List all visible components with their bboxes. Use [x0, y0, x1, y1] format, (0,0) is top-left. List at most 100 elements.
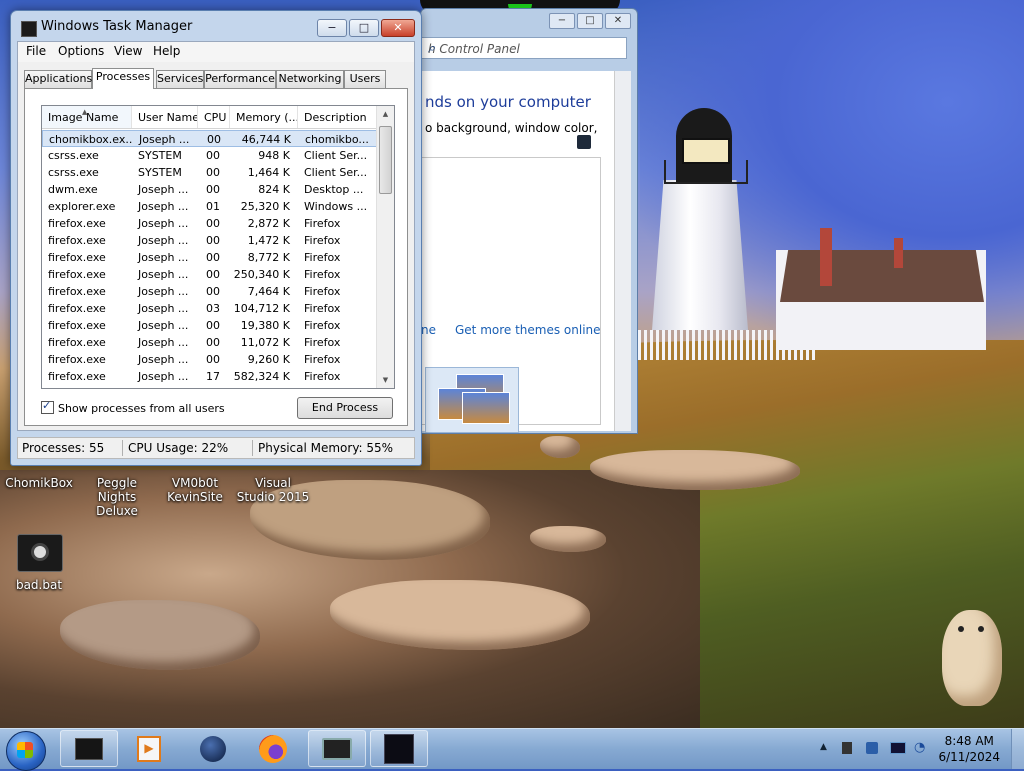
tab-performance[interactable]: Performance: [204, 70, 276, 88]
end-process-button[interactable]: End Process: [297, 397, 393, 419]
help-icon[interactable]: [577, 135, 591, 149]
table-row[interactable]: dwm.exe Joseph ... 00 824 K Desktop ...: [42, 181, 377, 198]
show-all-processes-checkbox[interactable]: Show processes from all users: [41, 399, 225, 415]
column-cpu[interactable]: CPU: [198, 106, 230, 128]
cell-image-name: firefox.exe: [48, 302, 106, 315]
taskbar-media-player[interactable]: ▶: [120, 730, 178, 767]
desktop-icon-label: Peggle Nights Deluxe: [96, 476, 138, 518]
show-hidden-icon[interactable]: ▲: [820, 742, 827, 752]
table-row[interactable]: firefox.exe Joseph ... 00 9,260 K Firefox: [42, 351, 377, 368]
taskbar-firefox[interactable]: [244, 730, 302, 767]
column-memory[interactable]: Memory (...: [230, 106, 298, 128]
table-row[interactable]: firefox.exe Joseph ... 00 19,380 K Firefox: [42, 317, 377, 334]
table-row[interactable]: firefox.exe Joseph ... 00 250,340 K Firefox: [42, 266, 377, 283]
cell-image-name: chomikbox.ex...: [49, 133, 133, 146]
desktop-icon-visual-studio[interactable]: Visual Studio 2015: [236, 476, 310, 504]
taskbar-globe[interactable]: [184, 730, 242, 767]
status-physical-memory: Physical Memory: 55%: [258, 441, 394, 455]
cell-cpu: 00: [206, 319, 220, 332]
table-row[interactable]: firefox.exe Joseph ... 00 7,464 K Firefox: [42, 283, 377, 300]
control-panel-window[interactable]: − □ ✕ h Control Panel ⌕ nds on your comput…: [419, 8, 638, 434]
network-device-icon[interactable]: [842, 742, 852, 754]
clock[interactable]: 8:48 AM 6/11/2024: [938, 733, 1000, 765]
taskbar-display-app[interactable]: [308, 730, 366, 767]
close-button[interactable]: ✕: [605, 13, 631, 29]
cell-user-name: Joseph ...: [138, 268, 189, 281]
table-row[interactable]: firefox.exe Joseph ... 03 104,712 K Firefox: [42, 300, 377, 317]
desktop-icon-label: VM0b0t KevinSite: [167, 476, 223, 504]
checkbox-checked-icon[interactable]: [41, 399, 54, 414]
display-tray-icon[interactable]: [890, 742, 906, 754]
get-more-themes-link[interactable]: Get more themes online: [455, 323, 601, 337]
cell-cpu: 00: [206, 268, 220, 281]
table-row[interactable]: firefox.exe Joseph ... 00 8,772 K Firefox: [42, 249, 377, 266]
cell-memory: 7,464 K: [247, 285, 290, 298]
table-row[interactable]: csrss.exe SYSTEM 00 1,464 K Client Ser...: [42, 164, 377, 181]
cell-user-name: Joseph ...: [138, 183, 189, 196]
process-list-scrollbar[interactable]: ▲ ▼: [376, 106, 394, 388]
maximize-button[interactable]: □: [349, 19, 379, 37]
start-button[interactable]: [6, 731, 46, 771]
control-panel-search-input[interactable]: h Control Panel ⌕: [421, 37, 627, 59]
tab-processes[interactable]: Processes: [92, 68, 154, 89]
column-image-name[interactable]: ▲ Image Name: [42, 106, 132, 128]
process-list[interactable]: ▲ Image Name User Name CPU Memory (... D…: [41, 105, 395, 389]
show-all-processes-label: Show processes from all users: [58, 402, 225, 415]
task-manager-window[interactable]: Windows Task Manager − □ ✕ File Options …: [10, 10, 422, 466]
desktop-icon-chomikbox[interactable]: ChomikBox: [2, 476, 76, 490]
scroll-down-icon[interactable]: ▼: [377, 372, 394, 388]
cell-description: Firefox: [304, 217, 341, 230]
theme-link[interactable]: ne: [421, 323, 436, 337]
cell-image-name: csrss.exe: [48, 149, 99, 162]
maximize-button[interactable]: □: [577, 13, 603, 29]
process-list-header: ▲ Image Name User Name CPU Memory (... D…: [42, 106, 377, 129]
show-desktop-button[interactable]: [1011, 729, 1024, 769]
minimize-button[interactable]: −: [317, 19, 347, 37]
column-user-name[interactable]: User Name: [132, 106, 198, 128]
theme-thumbnail[interactable]: [425, 367, 519, 433]
desktop-icon-vm0b0t[interactable]: VM0b0t KevinSite: [162, 476, 228, 504]
cell-description: Firefox: [304, 319, 341, 332]
control-panel-scrollbar[interactable]: [614, 71, 631, 431]
cell-memory: 1,472 K: [247, 234, 290, 247]
scroll-thumb[interactable]: [379, 126, 392, 194]
taskbar-task-manager[interactable]: [60, 730, 118, 767]
cell-description: Firefox: [304, 251, 341, 264]
column-description[interactable]: Description: [298, 106, 377, 128]
search-icon[interactable]: ⌕: [428, 41, 621, 56]
cell-memory: 11,072 K: [240, 336, 290, 349]
cell-memory: 104,712 K: [233, 302, 290, 315]
desktop-icon-bad-bat[interactable]: bad.bat: [8, 578, 70, 592]
remote-icon[interactable]: [866, 742, 878, 754]
tab-users[interactable]: Users: [344, 70, 386, 88]
table-row[interactable]: chomikbox.ex... Joseph ... 00 46,744 K chomi…: [42, 130, 377, 147]
cell-image-name: firefox.exe: [48, 251, 106, 264]
close-button[interactable]: ✕: [381, 19, 415, 37]
cell-cpu: 00: [206, 234, 220, 247]
desktop-icon-peggle[interactable]: Peggle Nights Deluxe: [78, 476, 156, 518]
menu-help[interactable]: Help: [153, 44, 180, 58]
batch-file-icon[interactable]: [17, 534, 63, 572]
cell-cpu: 03: [206, 302, 220, 315]
table-row[interactable]: firefox.exe Joseph ... 00 1,472 K Firefox: [42, 232, 377, 249]
process-rows: chomikbox.ex... Joseph ... 00 46,744 K chomi…: [42, 130, 377, 385]
taskbar: ▶ ▲ ◔ 8:48 AM 6/11/2024: [0, 728, 1024, 771]
volume-icon[interactable]: ◔: [914, 740, 925, 755]
cell-description: Client Ser...: [304, 166, 368, 179]
table-row[interactable]: csrss.exe SYSTEM 00 948 K Client Ser...: [42, 147, 377, 164]
globe-icon: [200, 735, 226, 762]
menu-file[interactable]: File: [26, 44, 46, 58]
menu-view[interactable]: View: [114, 44, 142, 58]
table-row[interactable]: firefox.exe Joseph ... 00 2,872 K Firefox: [42, 215, 377, 232]
taskbar-monitor-app[interactable]: [370, 730, 428, 767]
scroll-up-icon[interactable]: ▲: [377, 106, 394, 122]
tab-services[interactable]: Services: [156, 70, 204, 88]
table-row[interactable]: firefox.exe Joseph ... 00 11,072 K Firefox: [42, 334, 377, 351]
menu-options[interactable]: Options: [58, 44, 104, 58]
gopher-mascot[interactable]: [942, 610, 1002, 706]
tab-applications[interactable]: Applications: [24, 70, 92, 88]
table-row[interactable]: firefox.exe Joseph ... 17 582,324 K Firefox: [42, 368, 377, 385]
tab-networking[interactable]: Networking: [276, 70, 344, 88]
table-row[interactable]: explorer.exe Joseph ... 01 25,320 K Windows …: [42, 198, 377, 215]
minimize-button[interactable]: −: [549, 13, 575, 29]
